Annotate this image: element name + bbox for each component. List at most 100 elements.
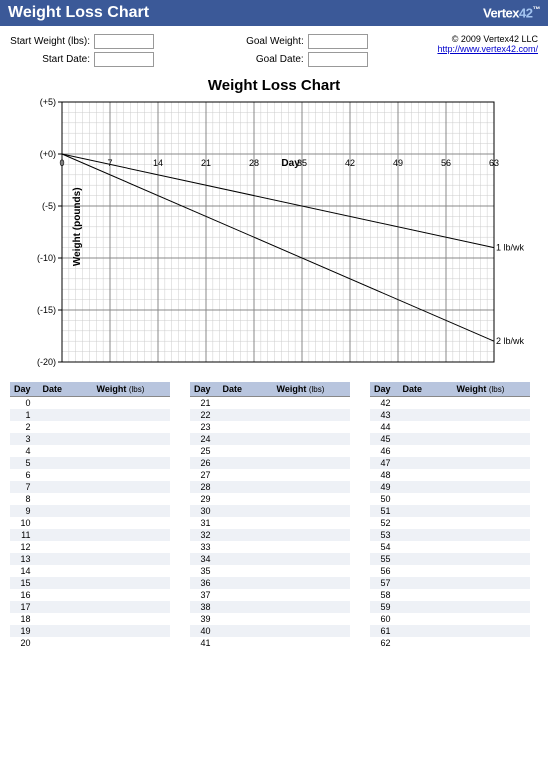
cell-date[interactable]	[219, 505, 273, 517]
cell-weight[interactable]	[453, 397, 530, 410]
cell-weight[interactable]	[273, 541, 350, 553]
cell-weight[interactable]	[453, 565, 530, 577]
cell-weight[interactable]	[273, 421, 350, 433]
cell-weight[interactable]	[273, 445, 350, 457]
cell-weight[interactable]	[453, 553, 530, 565]
cell-weight[interactable]	[453, 457, 530, 469]
cell-weight[interactable]	[93, 433, 170, 445]
cell-weight[interactable]	[273, 397, 350, 410]
cell-weight[interactable]	[93, 613, 170, 625]
cell-weight[interactable]	[453, 409, 530, 421]
cell-weight[interactable]	[93, 481, 170, 493]
cell-weight[interactable]	[93, 517, 170, 529]
cell-date[interactable]	[399, 445, 453, 457]
cell-weight[interactable]	[273, 505, 350, 517]
cell-date[interactable]	[219, 433, 273, 445]
cell-weight[interactable]	[453, 469, 530, 481]
cell-date[interactable]	[399, 529, 453, 541]
cell-date[interactable]	[39, 481, 93, 493]
cell-weight[interactable]	[93, 421, 170, 433]
cell-date[interactable]	[39, 397, 93, 410]
cell-date[interactable]	[399, 517, 453, 529]
start-date-input[interactable]	[94, 52, 154, 67]
cell-date[interactable]	[39, 541, 93, 553]
cell-weight[interactable]	[273, 457, 350, 469]
cell-date[interactable]	[39, 421, 93, 433]
cell-date[interactable]	[219, 553, 273, 565]
cell-date[interactable]	[399, 493, 453, 505]
cell-weight[interactable]	[453, 625, 530, 637]
cell-weight[interactable]	[273, 409, 350, 421]
cell-date[interactable]	[399, 613, 453, 625]
cell-date[interactable]	[399, 481, 453, 493]
cell-date[interactable]	[39, 493, 93, 505]
cell-weight[interactable]	[453, 589, 530, 601]
cell-weight[interactable]	[453, 601, 530, 613]
cell-weight[interactable]	[453, 445, 530, 457]
cell-weight[interactable]	[453, 505, 530, 517]
cell-date[interactable]	[219, 577, 273, 589]
cell-date[interactable]	[39, 505, 93, 517]
cell-date[interactable]	[219, 565, 273, 577]
cell-weight[interactable]	[273, 601, 350, 613]
cell-weight[interactable]	[453, 481, 530, 493]
cell-date[interactable]	[39, 529, 93, 541]
cell-weight[interactable]	[273, 565, 350, 577]
cell-weight[interactable]	[453, 577, 530, 589]
cell-weight[interactable]	[453, 541, 530, 553]
cell-date[interactable]	[399, 601, 453, 613]
goal-weight-input[interactable]	[308, 34, 368, 49]
cell-weight[interactable]	[273, 493, 350, 505]
cell-weight[interactable]	[453, 637, 530, 649]
cell-date[interactable]	[219, 625, 273, 637]
cell-date[interactable]	[219, 409, 273, 421]
cell-date[interactable]	[219, 421, 273, 433]
cell-date[interactable]	[399, 433, 453, 445]
cell-date[interactable]	[399, 505, 453, 517]
cell-weight[interactable]	[93, 553, 170, 565]
cell-date[interactable]	[219, 589, 273, 601]
cell-date[interactable]	[399, 553, 453, 565]
cell-weight[interactable]	[93, 589, 170, 601]
cell-date[interactable]	[39, 469, 93, 481]
cell-date[interactable]	[219, 445, 273, 457]
cell-weight[interactable]	[273, 589, 350, 601]
cell-date[interactable]	[219, 493, 273, 505]
cell-date[interactable]	[39, 577, 93, 589]
cell-date[interactable]	[39, 517, 93, 529]
cell-weight[interactable]	[453, 529, 530, 541]
cell-weight[interactable]	[453, 433, 530, 445]
cell-weight[interactable]	[273, 577, 350, 589]
cell-weight[interactable]	[273, 625, 350, 637]
cell-weight[interactable]	[93, 541, 170, 553]
cell-weight[interactable]	[273, 469, 350, 481]
cell-weight[interactable]	[273, 529, 350, 541]
cell-date[interactable]	[399, 409, 453, 421]
cell-date[interactable]	[219, 613, 273, 625]
cell-date[interactable]	[219, 457, 273, 469]
cell-weight[interactable]	[273, 553, 350, 565]
cell-weight[interactable]	[273, 517, 350, 529]
cell-date[interactable]	[219, 517, 273, 529]
cell-date[interactable]	[39, 637, 93, 649]
cell-date[interactable]	[39, 409, 93, 421]
cell-date[interactable]	[39, 457, 93, 469]
cell-date[interactable]	[219, 601, 273, 613]
cell-weight[interactable]	[273, 613, 350, 625]
vertex-link[interactable]: http://www.vertex42.com/	[437, 44, 538, 54]
cell-date[interactable]	[39, 589, 93, 601]
cell-weight[interactable]	[273, 433, 350, 445]
cell-date[interactable]	[39, 565, 93, 577]
cell-weight[interactable]	[453, 493, 530, 505]
cell-date[interactable]	[219, 469, 273, 481]
cell-date[interactable]	[39, 613, 93, 625]
cell-date[interactable]	[399, 397, 453, 410]
cell-weight[interactable]	[453, 421, 530, 433]
cell-date[interactable]	[219, 481, 273, 493]
cell-weight[interactable]	[93, 445, 170, 457]
cell-date[interactable]	[219, 637, 273, 649]
cell-date[interactable]	[399, 469, 453, 481]
cell-date[interactable]	[399, 421, 453, 433]
cell-date[interactable]	[39, 433, 93, 445]
cell-date[interactable]	[399, 625, 453, 637]
